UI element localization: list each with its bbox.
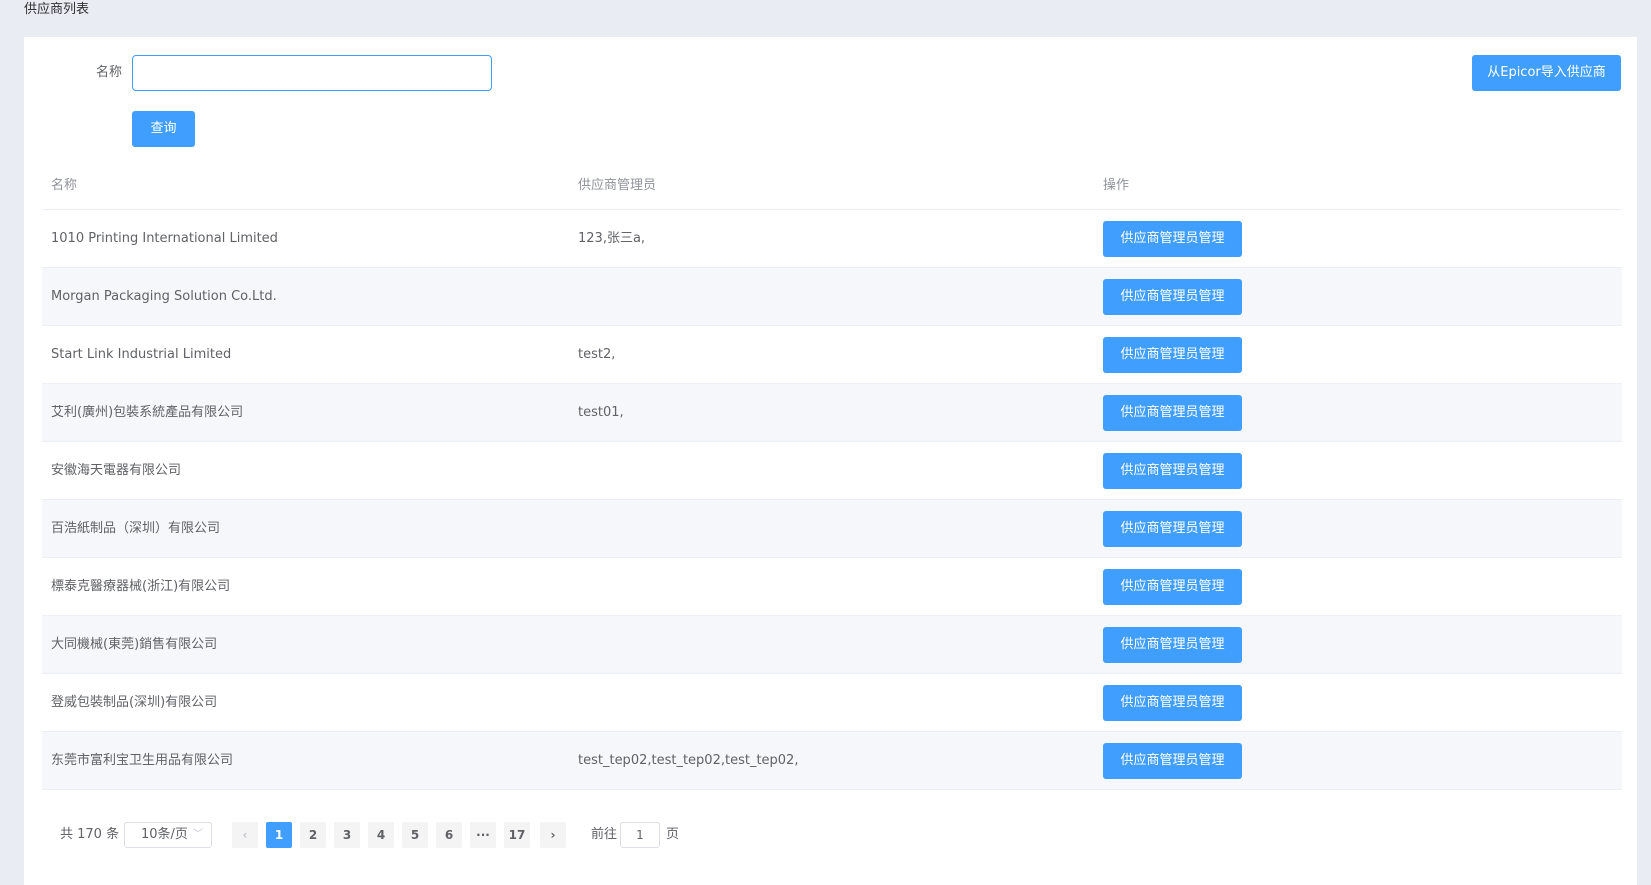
name-search-input[interactable] (132, 55, 492, 91)
table-row: 安徽海天電器有限公司 供应商管理员管理 (42, 442, 1622, 500)
next-page-button[interactable]: › (540, 822, 566, 848)
pagination-total: 共 170 条 (60, 827, 120, 842)
query-button[interactable]: 查询 (132, 111, 195, 147)
supplier-name-cell: 1010 Printing International Limited (51, 231, 278, 246)
table-row: 大同機械(東莞)銷售有限公司 供应商管理员管理 (42, 616, 1622, 674)
table-row: 百浩紙制品（深圳）有限公司 供应商管理员管理 (42, 500, 1622, 558)
page-button[interactable]: 2 (300, 822, 326, 848)
page-title: 供应商列表 (24, 2, 90, 17)
supplier-name-cell: Start Link Industrial Limited (51, 347, 232, 362)
supplier-table: 名称 供应商管理员 操作 1010 Printing International… (42, 163, 1622, 790)
supplier-name-cell: Morgan Packaging Solution Co.Ltd. (51, 289, 277, 304)
goto-label: 前往 (591, 827, 618, 842)
table-body: 1010 Printing International Limited 123,张… (42, 210, 1622, 790)
manage-admins-button[interactable]: 供应商管理员管理 (1103, 743, 1242, 779)
page-button[interactable]: 6 (436, 822, 462, 848)
table-row: 登威包裝制品(深圳)有限公司 供应商管理员管理 (42, 674, 1622, 732)
manage-admins-button[interactable]: 供应商管理员管理 (1103, 627, 1242, 663)
supplier-admins-cell: test_tep02,test_tep02,test_tep02, (578, 753, 799, 768)
manage-admins-button[interactable]: 供应商管理员管理 (1103, 221, 1242, 257)
table-row: 艾利(廣州)包裝系統產品有限公司 test01, 供应商管理员管理 (42, 384, 1622, 442)
supplier-name-cell: 东莞市富利宝卫生用品有限公司 (51, 753, 234, 768)
manage-admins-button[interactable]: 供应商管理员管理 (1103, 453, 1242, 489)
supplier-name-cell: 艾利(廣州)包裝系統產品有限公司 (51, 405, 244, 420)
page-button[interactable]: 5 (402, 822, 428, 848)
prev-page-button[interactable]: ‹ (232, 822, 258, 848)
table-row: 东莞市富利宝卫生用品有限公司 test_tep02,test_tep02,test… (42, 732, 1622, 790)
supplier-admins-cell: test01, (578, 405, 624, 420)
import-from-epicor-button[interactable]: 从Epicor导入供应商 (1472, 55, 1621, 91)
supplier-admins-cell: 123,张三a, (578, 231, 646, 246)
page-button[interactable]: 4 (368, 822, 394, 848)
table-row: Start Link Industrial Limited test2, 供应商管理… (42, 326, 1622, 384)
supplier-name-cell: 百浩紙制品（深圳）有限公司 (51, 521, 221, 536)
more-pages-button[interactable]: ··· (470, 822, 496, 848)
page-button[interactable]: 3 (334, 822, 360, 848)
column-header-name: 名称 (51, 178, 78, 193)
manage-admins-button[interactable]: 供应商管理员管理 (1103, 569, 1242, 605)
supplier-name-cell: 登威包裝制品(深圳)有限公司 (51, 695, 218, 710)
manage-admins-button[interactable]: 供应商管理员管理 (1103, 337, 1242, 373)
supplier-name-cell: 標泰克醫療器械(浙江)有限公司 (51, 579, 231, 594)
page-button[interactable]: 1 (266, 822, 292, 848)
manage-admins-button[interactable]: 供应商管理员管理 (1103, 511, 1242, 547)
page-button[interactable]: 17 (504, 822, 530, 848)
search-label: 名称 (95, 65, 122, 80)
column-header-admins: 供应商管理员 (578, 178, 657, 193)
supplier-name-cell: 安徽海天電器有限公司 (51, 463, 182, 478)
manage-admins-button[interactable]: 供应商管理员管理 (1103, 685, 1242, 721)
table-row: 1010 Printing International Limited 123,张… (42, 210, 1622, 268)
column-header-actions: 操作 (1103, 178, 1130, 193)
supplier-name-cell: 大同機械(東莞)銷售有限公司 (51, 637, 218, 652)
manage-admins-button[interactable]: 供应商管理员管理 (1103, 279, 1242, 315)
goto-page-input[interactable] (620, 822, 660, 848)
table-row: 標泰克醫療器械(浙江)有限公司 供应商管理员管理 (42, 558, 1622, 616)
table-header: 名称 供应商管理员 操作 (42, 163, 1622, 210)
table-row: Morgan Packaging Solution Co.Ltd. 供应商管理员管… (42, 268, 1622, 326)
manage-admins-button[interactable]: 供应商管理员管理 (1103, 395, 1242, 431)
chevron-down-icon: ﹀ (193, 829, 203, 840)
goto-suffix: 页 (666, 827, 680, 842)
page-size-value: 10条/页 (141, 827, 188, 842)
supplier-admins-cell: test2, (578, 347, 616, 362)
page-size-select[interactable]: 10条/页 ﹀ (124, 822, 212, 848)
